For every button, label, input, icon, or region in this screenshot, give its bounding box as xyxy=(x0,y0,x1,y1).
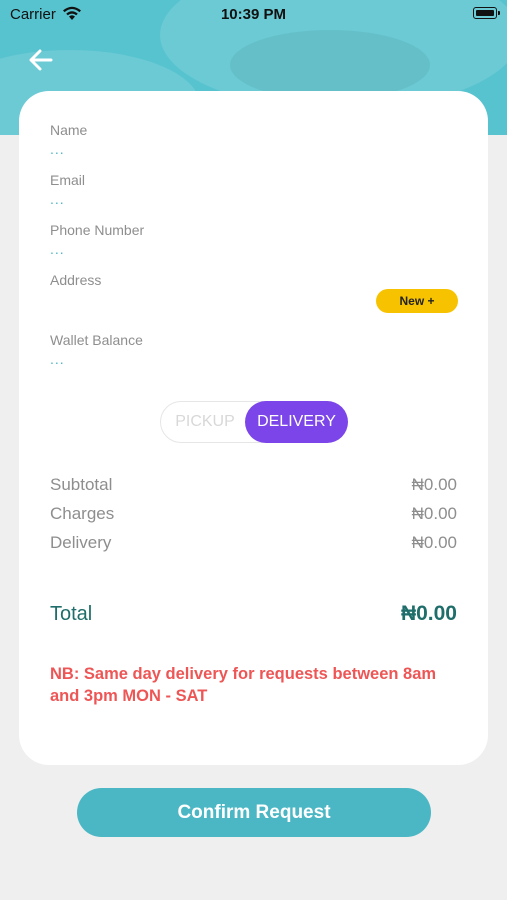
delivery-note: NB: Same day delivery for requests betwe… xyxy=(50,665,437,705)
email-label: Email xyxy=(50,172,86,188)
pickup-option[interactable]: PICKUP xyxy=(161,401,249,443)
total-value: ₦0.00 xyxy=(400,602,457,625)
subtotal-label: Subtotal xyxy=(50,475,113,494)
address-label: Address xyxy=(50,272,102,288)
clock: 10:39 PM xyxy=(220,6,287,23)
total-label: Total xyxy=(50,603,93,625)
charges-label: Charges xyxy=(50,504,115,523)
charges-value: ₦0.00 xyxy=(411,504,457,523)
battery-icon xyxy=(473,7,500,19)
status-bar: Carrier 10:39 PM xyxy=(0,0,507,30)
delivery-option[interactable]: DELIVERY xyxy=(245,401,348,443)
wallet-balance-value: ... xyxy=(50,351,65,367)
phone-value: ... xyxy=(50,241,65,257)
subtotal-value: ₦0.00 xyxy=(411,475,457,494)
pickup-delivery-toggle: PICKUP DELIVERY xyxy=(160,401,348,443)
delivery-label: Delivery xyxy=(50,533,112,552)
new-address-button[interactable]: New + xyxy=(376,289,458,313)
confirm-request-button[interactable]: Confirm Request xyxy=(77,788,431,837)
phone-label: Phone Number xyxy=(50,222,145,238)
wallet-balance-label: Wallet Balance xyxy=(50,332,143,348)
email-value: ... xyxy=(50,191,65,207)
order-card: Name ... Email ... Phone Number ... Addr… xyxy=(19,91,488,765)
delivery-value: ₦0.00 xyxy=(411,533,457,552)
name-value: ... xyxy=(50,141,65,157)
name-label: Name xyxy=(50,122,88,138)
back-arrow-icon[interactable] xyxy=(27,46,55,74)
